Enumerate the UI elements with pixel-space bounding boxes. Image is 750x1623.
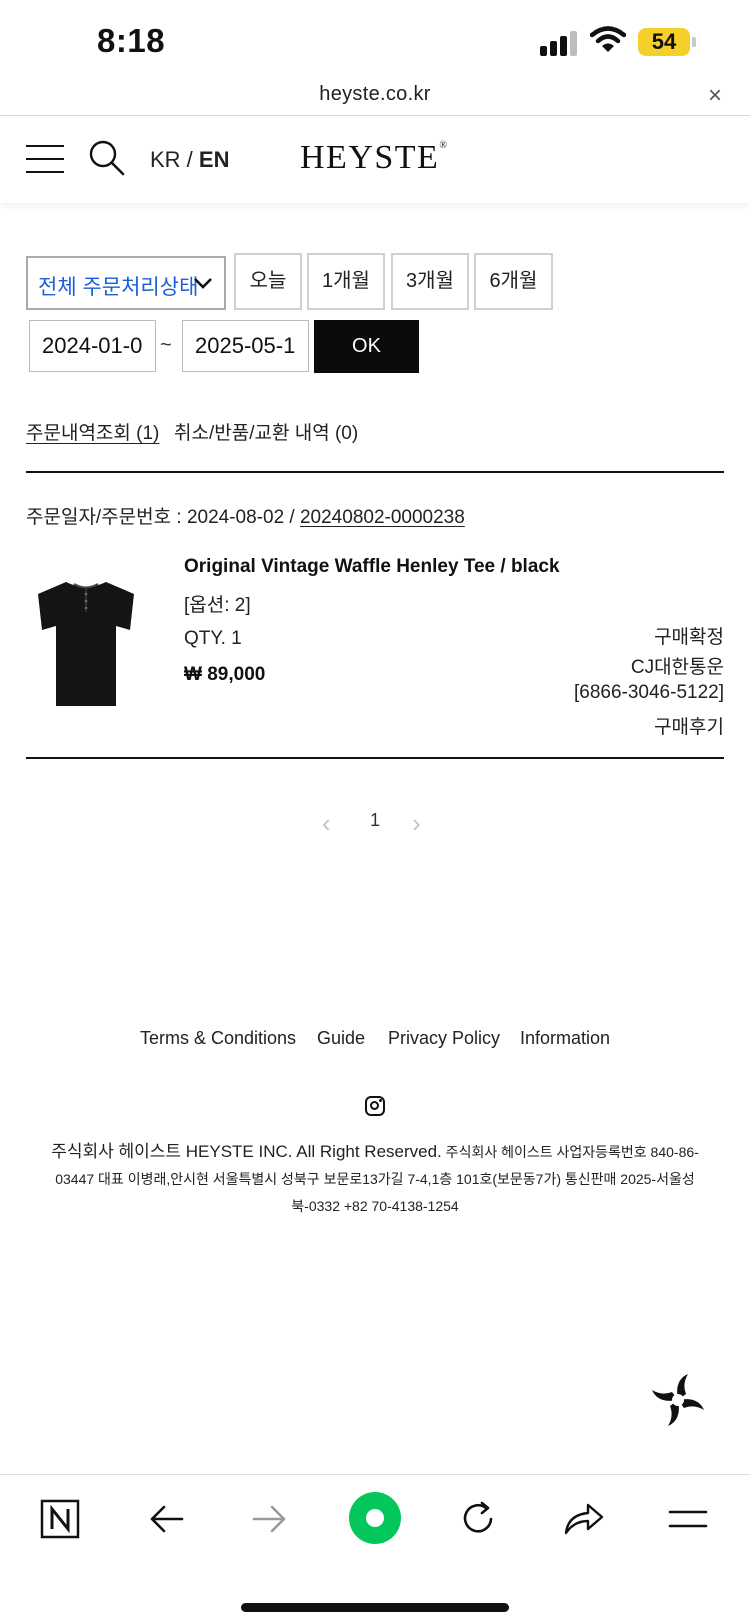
range-3month-button[interactable]: 3개월: [391, 253, 469, 310]
date-from-input[interactable]: 2024-01-0: [29, 320, 156, 372]
status-time: 8:18: [97, 22, 166, 59]
write-review-link[interactable]: 구매후기: [654, 712, 724, 739]
chat-swirl-icon[interactable]: [648, 1370, 708, 1430]
order-number-link[interactable]: 20240802-0000238: [300, 507, 465, 528]
menu-icon[interactable]: [26, 145, 64, 173]
menu-lines-icon[interactable]: [668, 1499, 708, 1539]
tab-cancel-return[interactable]: 취소/반품/교환 내역 (0): [174, 418, 358, 445]
page-number[interactable]: 1: [370, 810, 380, 831]
language-switch[interactable]: KR / EN: [150, 147, 229, 173]
forward-arrow-icon[interactable]: [250, 1499, 290, 1539]
range-today-button[interactable]: 오늘: [234, 253, 302, 310]
range-1month-button[interactable]: 1개월: [307, 253, 385, 310]
divider-bottom: [26, 757, 724, 759]
company-line1: 주식회사 헤이스트 사업자등록번호 840-86-: [441, 1144, 699, 1160]
date-to-input[interactable]: 2025-05-1: [182, 320, 309, 372]
order-date-label: 주문일자/주문번호 : 2024-08-02 /: [26, 507, 300, 528]
naver-n-icon[interactable]: [40, 1499, 80, 1539]
order-status-text: 구매확정: [654, 627, 724, 648]
company-copyright: 주식회사 헤이스트 HEYSTE INC. All Right Reserved…: [51, 1142, 442, 1161]
page-prev-button[interactable]: ‹: [322, 808, 331, 839]
instagram-icon[interactable]: [365, 1096, 385, 1116]
tracking-number-link[interactable]: [6866-3046-5122]: [574, 682, 724, 704]
product-image[interactable]: [36, 578, 136, 708]
battery-icon: 54: [638, 28, 690, 56]
company-line3: 북-0332 +82 70-4138-1254: [291, 1198, 459, 1214]
green-dot-icon[interactable]: [348, 1491, 402, 1545]
wifi-icon: [590, 26, 626, 52]
product-option: [옵션: 2]: [184, 595, 251, 616]
divider-top: [26, 471, 724, 473]
lang-separator: /: [180, 147, 199, 172]
page-next-button[interactable]: ›: [412, 808, 421, 839]
site-header: KR / EN HEYSTE®: [0, 117, 750, 203]
site-logo[interactable]: HEYSTE®: [300, 139, 448, 177]
order-meta: 주문일자/주문번호 : 2024-08-02 / 20240802-000023…: [26, 502, 465, 529]
browser-bottom-bar: [0, 1474, 750, 1623]
chevron-down-icon: [194, 278, 212, 289]
lang-kr[interactable]: KR: [150, 147, 181, 172]
courier-name: CJ대한통운: [630, 657, 724, 678]
back-arrow-icon[interactable]: [146, 1499, 186, 1539]
reload-icon[interactable]: [458, 1499, 498, 1539]
product-quantity: QTY. 1: [184, 628, 242, 649]
search-icon[interactable]: [88, 139, 126, 177]
status-bar: 8:18 54: [0, 0, 750, 80]
registered-mark: ®: [439, 139, 449, 151]
order-status-select[interactable]: 전체 주문처리상태: [26, 256, 226, 310]
product-price: ₩ 89,000: [184, 664, 266, 685]
footer-link-terms[interactable]: Terms & Conditions: [140, 1028, 296, 1049]
tab-order-history[interactable]: 주문내역조회 (1): [26, 418, 159, 445]
range-6month-button[interactable]: 6개월: [474, 253, 553, 310]
company-line2: 03447 대표 이병래,안시현 서울특별시 성북구 보문로13가길 7-4,1…: [55, 1171, 695, 1187]
url-text[interactable]: heyste.co.kr: [0, 83, 750, 106]
company-info: 주식회사 헤이스트 HEYSTE INC. All Right Reserved…: [36, 1138, 714, 1220]
footer-link-privacy[interactable]: Privacy Policy: [388, 1028, 500, 1049]
date-separator: ~: [160, 334, 172, 356]
close-icon[interactable]: ×: [708, 82, 722, 110]
home-indicator: [241, 1603, 509, 1612]
footer-link-information[interactable]: Information: [520, 1028, 610, 1049]
lang-en[interactable]: EN: [199, 147, 230, 172]
battery-tip: [692, 37, 696, 47]
share-icon[interactable]: [562, 1499, 606, 1539]
cellular-signal-icon: [540, 30, 582, 56]
footer-link-guide[interactable]: Guide: [317, 1028, 365, 1049]
product-name-link[interactable]: Original Vintage Waffle Henley Tee / bla…: [184, 556, 560, 578]
ok-label[interactable]: OK: [352, 335, 381, 357]
order-status-value[interactable]: 전체 주문처리상태: [38, 271, 198, 301]
url-bar[interactable]: heyste.co.kr ×: [0, 80, 750, 116]
ok-button[interactable]: OK: [314, 320, 419, 373]
logo-text[interactable]: HEYSTE: [300, 139, 439, 176]
